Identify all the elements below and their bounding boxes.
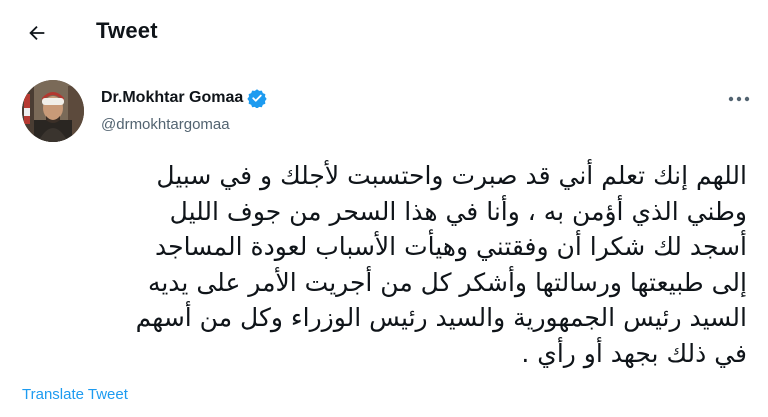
verified-badge-icon: [247, 88, 267, 108]
tweet-text: اللهم إنك تعلم أني قد صبرت واحتسبت لأجلك…: [135, 161, 747, 368]
arrow-left-icon: [29, 25, 45, 41]
page-title: Tweet: [96, 18, 158, 43]
author-names: Dr.Mokhtar Gomaa @drmokhtargomaa: [101, 88, 267, 133]
tweet-author: Dr.Mokhtar Gomaa @drmokhtargomaa: [22, 80, 752, 144]
author-handle[interactable]: @drmokhtargomaa: [101, 116, 267, 133]
tweet-header: Tweet: [0, 0, 768, 66]
avatar[interactable]: [22, 80, 84, 142]
author-name-row: Dr.Mokhtar Gomaa: [101, 88, 267, 108]
avatar-image: [22, 80, 84, 142]
more-dots-icon: [728, 96, 750, 102]
author-name[interactable]: Dr.Mokhtar Gomaa: [101, 89, 243, 107]
more-options-button[interactable]: [722, 86, 756, 112]
translate-tweet-link[interactable]: Translate Tweet: [22, 386, 128, 403]
back-button[interactable]: [20, 16, 54, 50]
